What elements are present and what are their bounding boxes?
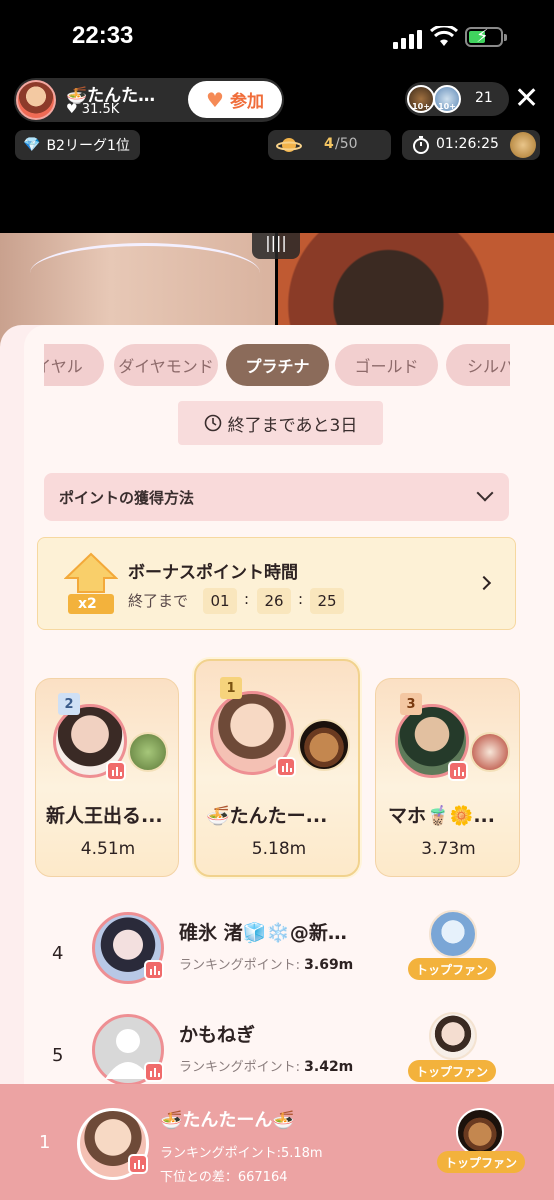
- rank-badge: 2: [58, 693, 80, 715]
- rank-badge: 3: [400, 693, 422, 715]
- time-separator: :: [298, 590, 304, 608]
- tab-royal[interactable]: イヤル: [44, 344, 104, 386]
- top-fan-avatar[interactable]: [429, 910, 477, 958]
- league-tabs: イヤル ダイヤモンド プラチナ ゴールド シルバ: [44, 344, 510, 386]
- top-fan-avatar[interactable]: [456, 1108, 504, 1156]
- viewer-avatar[interactable]: 10+: [433, 85, 461, 113]
- planet-progress-current: 4: [324, 136, 334, 152]
- list-points: ランキングポイント: 3.69m: [179, 957, 354, 973]
- stopwatch-icon: [413, 136, 429, 154]
- planet-icon: [276, 138, 302, 152]
- x2-label: x2: [78, 596, 97, 612]
- tab-gold[interactable]: ゴールド: [335, 344, 438, 386]
- level-icon: [106, 761, 126, 781]
- podium-fan-avatar[interactable]: [298, 719, 350, 771]
- medal-icon: [510, 132, 536, 158]
- wifi-icon: [430, 26, 458, 46]
- viewer-avatar[interactable]: 10+: [407, 85, 435, 113]
- season-end-label: 終了まであと3日: [227, 415, 358, 436]
- how-to-label: ポイントの獲得方法: [59, 488, 195, 507]
- podium-fan-avatar[interactable]: [128, 732, 168, 772]
- clock-icon: [204, 414, 221, 432]
- how-to-earn-points-dropdown[interactable]: ポイントの獲得方法: [44, 473, 509, 521]
- list-points: ランキングポイント: 3.42m: [179, 1059, 354, 1075]
- heart-icon: ♥: [66, 102, 82, 117]
- my-gap: 下位との差：667164: [160, 1170, 288, 1185]
- my-rank: 1: [39, 1132, 51, 1153]
- list-rank: 5: [52, 1045, 64, 1066]
- split-handle-icon[interactable]: ||||: [252, 233, 300, 259]
- podium-card-rank-3[interactable]: 3 マホ🧋🌼... 3.73m: [375, 678, 520, 877]
- host-likes: ♥ 31.5K: [66, 102, 120, 117]
- podium-fan-avatar[interactable]: [470, 732, 510, 772]
- bonus-time-card[interactable]: x2 ボーナスポイント時間 終了まで 01 : 26 : 25: [37, 537, 516, 630]
- podium-name: 🍜たんたー...: [206, 805, 328, 827]
- bonus-hours: 01: [203, 588, 237, 614]
- bonus-minutes: 26: [257, 588, 291, 614]
- level-icon: [128, 1154, 148, 1174]
- chevron-down-icon: [476, 484, 494, 502]
- top-fan-badge: トップファン: [408, 1060, 496, 1082]
- join-button-label: 参加: [229, 92, 264, 112]
- time-separator: :: [244, 590, 250, 608]
- host-avatar[interactable]: [16, 80, 56, 120]
- podium-card-rank-2[interactable]: 2 新人王出る... 4.51m: [35, 678, 179, 877]
- podium-score: 3.73m: [421, 839, 476, 859]
- list-name: かもねぎ: [179, 1024, 256, 1046]
- tab-diamond[interactable]: ダイヤモンド: [114, 344, 218, 386]
- heart-plus-icon: ♥: [206, 87, 224, 112]
- top-fan-badge: トップファン: [408, 958, 496, 980]
- session-timer-pill[interactable]: 01:26:25: [402, 130, 540, 160]
- planet-progress-total: /50: [335, 136, 358, 152]
- chevron-right-icon: [476, 575, 492, 591]
- level-icon: [276, 757, 296, 777]
- cellular-signal-icon: [393, 30, 422, 49]
- viewer-list-pill[interactable]: 10+ 10+ 21: [405, 82, 509, 116]
- battery-icon: ⚡: [465, 26, 507, 47]
- diamond-icon: 💎: [23, 137, 41, 153]
- list-rank: 4: [52, 943, 64, 964]
- bonus-title: ボーナスポイント時間: [128, 563, 298, 583]
- rank-badge: 1: [220, 677, 242, 699]
- viewer-count: 21: [475, 90, 493, 106]
- bonus-end-prefix: 終了まで: [128, 592, 189, 610]
- my-points: ランキングポイント:5.18m: [160, 1146, 323, 1161]
- list-name: 碓氷 渚🧊❄️@新…: [179, 922, 347, 944]
- tab-platinum[interactable]: プラチナ: [226, 344, 329, 386]
- podium-card-rank-1[interactable]: 1 🍜たんたー... 5.18m: [194, 659, 360, 877]
- planet-progress-pill[interactable]: 4 /50: [268, 130, 391, 160]
- tab-silver[interactable]: シルバ: [446, 344, 510, 386]
- status-time: 22:33: [72, 22, 134, 49]
- league-badge[interactable]: 💎 B2リーグ1位: [15, 130, 140, 160]
- level-icon: [144, 960, 164, 980]
- my-name: 🍜たんたーん🍜: [160, 1110, 295, 1131]
- my-rank-bar[interactable]: 1 🍜たんたーん🍜 ランキングポイント:5.18m 下位との差：667164 ト…: [0, 1084, 554, 1200]
- top-fan-avatar[interactable]: [429, 1012, 477, 1060]
- season-end-badge: 終了まであと3日: [178, 401, 383, 445]
- podium-score: 5.18m: [251, 839, 307, 859]
- list-item[interactable]: 4 碓氷 渚🧊❄️@新… ランキングポイント: 3.69m トップファン: [24, 908, 554, 1008]
- close-icon[interactable]: ✕: [514, 84, 539, 114]
- session-timer: 01:26:25: [436, 136, 499, 152]
- bonus-seconds: 25: [310, 588, 344, 614]
- podium-name: マホ🧋🌼...: [388, 805, 495, 827]
- league-label: B2リーグ1位: [46, 138, 130, 154]
- level-icon: [448, 761, 468, 781]
- join-button[interactable]: ♥ 参加: [188, 81, 282, 118]
- top-fan-badge: トップファン: [437, 1151, 525, 1173]
- level-icon: [144, 1062, 164, 1082]
- status-bar: 22:33 ⚡: [0, 0, 554, 74]
- podium-score: 4.51m: [80, 839, 136, 859]
- podium-name: 新人王出る...: [46, 805, 163, 827]
